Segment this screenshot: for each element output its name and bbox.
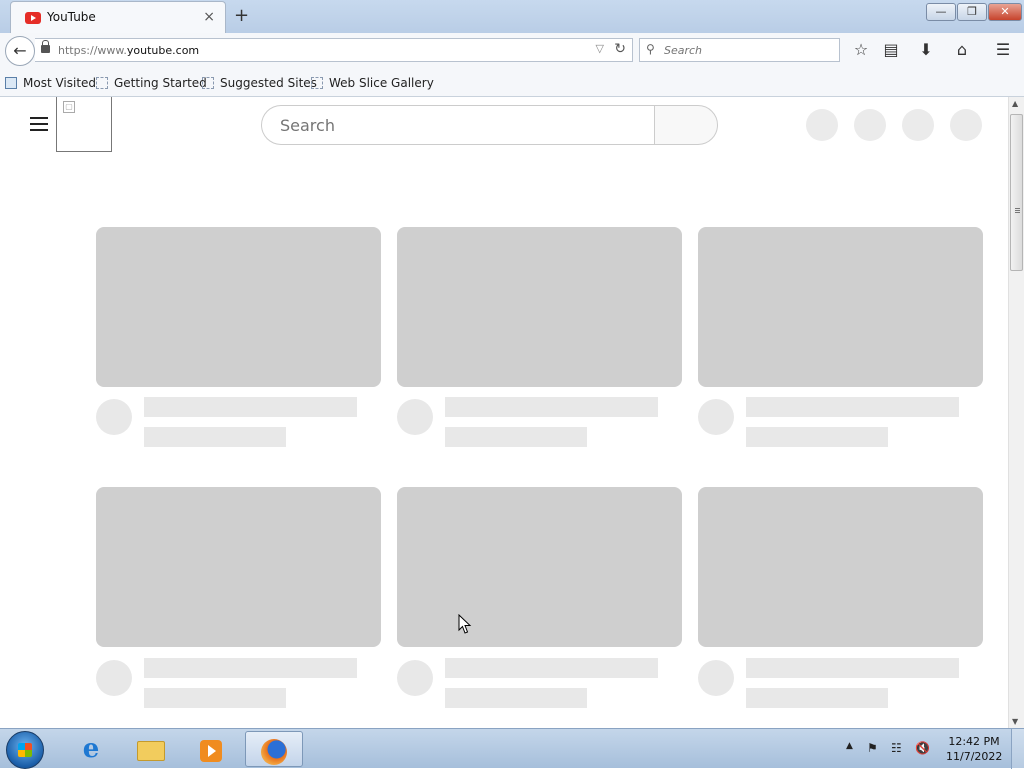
bookmark-getting-started[interactable]: Getting Started [96,76,207,90]
close-window-button[interactable]: ✕ [988,3,1022,21]
video-thumbnail-placeholder[interactable] [397,487,682,647]
header-button-placeholder[interactable] [854,109,886,141]
tab-youtube[interactable]: YouTube × [10,1,226,34]
menu-icon[interactable]: ☰ [992,39,1014,61]
title-placeholder [445,397,658,417]
youtube-search-button[interactable] [654,105,718,145]
video-thumbnail-placeholder[interactable] [698,487,983,647]
channel-avatar-placeholder [397,399,433,435]
vertical-scrollbar[interactable]: ▲ ▼ [1008,97,1024,728]
broken-image-icon: ▢ [63,101,75,113]
address-bar[interactable]: https://www.youtube.com ▽ ↻ [35,38,633,62]
action-center-flag-icon[interactable]: ⚑ [867,741,878,755]
channel-avatar-placeholder [698,399,734,435]
windows-explorer-icon[interactable] [122,731,180,767]
channel-avatar-placeholder [397,660,433,696]
volume-muted-icon[interactable]: 🔇 [915,741,930,755]
youtube-search-input[interactable] [278,116,638,134]
firefox-icon[interactable] [245,731,303,767]
meta-placeholder [144,427,286,447]
tab-title: YouTube [47,10,96,24]
title-placeholder [144,397,357,417]
scroll-up-icon[interactable]: ▲ [1012,99,1018,108]
home-icon[interactable]: ⌂ [951,39,973,61]
title-placeholder [746,658,959,678]
navigation-toolbar: ← https://www.youtube.com ▽ ↻ ⚲ ☆ ▤ ⬇ ⌂ … [0,33,1024,68]
maximize-button[interactable]: ❐ [957,3,987,21]
bookmarks-toolbar: Most Visited Getting Started Suggested S… [0,68,1024,97]
url-text: https://www.youtube.com [58,44,200,57]
bookmark-suggested-sites[interactable]: Suggested Sites [202,76,317,90]
header-button-placeholder[interactable] [950,109,982,141]
bookmark-page-icon [311,77,323,89]
meta-placeholder [445,427,587,447]
back-arrow-icon: ← [13,41,27,60]
channel-avatar-placeholder [96,660,132,696]
start-button[interactable] [6,731,44,769]
browser-titlebar: YouTube × + — ❐ ✕ [0,0,1024,34]
title-placeholder [445,658,658,678]
tab-close-icon[interactable]: × [203,9,215,25]
download-icon[interactable]: ⬇ [915,39,937,61]
browser-search-input[interactable] [662,42,832,58]
media-player-icon[interactable] [182,731,240,767]
video-thumbnail-placeholder[interactable] [96,227,381,387]
back-button[interactable]: ← [5,36,35,66]
header-button-placeholder[interactable] [806,109,838,141]
clock-date: 11/7/2022 [946,750,1003,763]
title-placeholder [746,397,959,417]
internet-explorer-icon[interactable]: e [62,731,120,767]
channel-avatar-placeholder [698,660,734,696]
scrollbar-thumb[interactable] [1010,114,1023,271]
lock-icon [41,40,50,53]
bookmark-page-icon [202,77,214,89]
network-icon[interactable]: ☷ [891,741,902,755]
reading-list-icon[interactable]: ▤ [880,39,902,61]
youtube-favicon-icon [25,12,41,24]
clock-time: 12:42 PM [948,735,1000,748]
windows-taskbar: e ▲ ⚑ ☷ 🔇 12:42 PM 11/7/2022 [0,728,1024,769]
video-thumbnail-placeholder[interactable] [397,227,682,387]
meta-placeholder [144,688,286,708]
browser-search-bar[interactable]: ⚲ [639,38,840,62]
search-icon: ⚲ [646,42,655,56]
meta-placeholder [445,688,587,708]
title-placeholder [144,658,357,678]
show-hidden-icons-icon[interactable]: ▲ [846,741,853,751]
youtube-search-box[interactable] [261,105,655,145]
dropdown-icon[interactable]: ▽ [596,42,604,55]
scroll-down-icon[interactable]: ▼ [1012,717,1018,726]
show-desktop-button[interactable] [1011,729,1024,769]
bookmark-page-icon [96,77,108,89]
youtube-logo[interactable]: ▢ [56,97,112,152]
bookmark-most-visited[interactable]: Most Visited [5,76,96,90]
video-thumbnail-placeholder[interactable] [698,227,983,387]
bookmark-star-icon[interactable]: ☆ [850,39,872,61]
channel-avatar-placeholder [96,399,132,435]
bookmark-web-slice-gallery[interactable]: Web Slice Gallery [311,76,434,90]
minimize-button[interactable]: — [926,3,956,21]
meta-placeholder [746,688,888,708]
video-thumbnail-placeholder[interactable] [96,487,381,647]
meta-placeholder [746,427,888,447]
mouse-cursor-icon [458,614,472,634]
system-clock[interactable]: 12:42 PM 11/7/2022 [946,734,1002,764]
reload-icon[interactable]: ↻ [614,41,626,57]
header-button-placeholder[interactable] [902,109,934,141]
youtube-page: ▢ [0,97,1008,728]
guide-menu-icon[interactable] [30,117,48,131]
new-tab-button[interactable]: + [234,5,249,26]
most-visited-icon [5,77,17,89]
